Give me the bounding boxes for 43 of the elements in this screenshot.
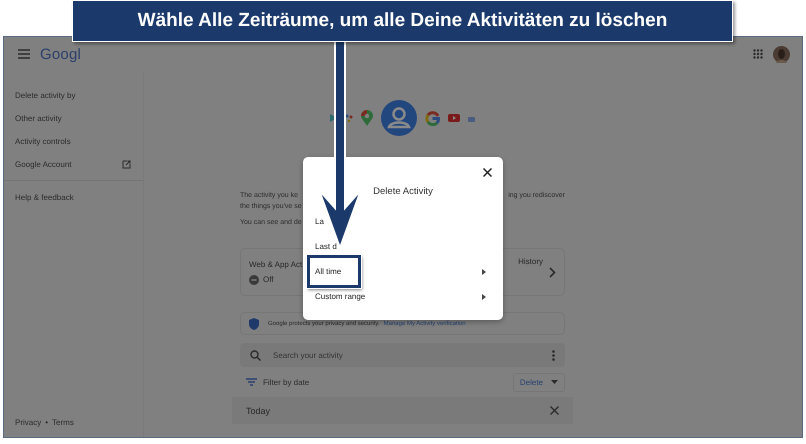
shield-icon — [249, 318, 259, 330]
submenu-arrow-icon — [482, 294, 486, 300]
dialog-title: Delete Activity — [372, 186, 434, 197]
more-options-icon[interactable] — [552, 350, 555, 360]
callout-text: Wähle Alle Zeiträume, um alle Deine Aktivitäten zu löschen — [138, 10, 668, 32]
avatar-icon[interactable] — [773, 46, 790, 62]
search-input[interactable]: Search your activity — [271, 350, 542, 360]
logo[interactable]: Googl — [40, 46, 82, 62]
separator-dot: • — [45, 418, 48, 427]
profile-icon — [381, 100, 417, 136]
menu-icon[interactable] — [18, 49, 30, 59]
video-play-icon — [448, 114, 460, 122]
sidebar-item[interactable]: Google Account — [4, 153, 143, 176]
dots-icon — [345, 114, 353, 122]
chevron-right-icon[interactable] — [549, 266, 556, 278]
status-text: Off — [263, 275, 274, 284]
ring-icon — [425, 110, 440, 126]
sidebar-item[interactable]: Other activity — [4, 107, 143, 130]
filter-button[interactable]: Filter by date — [240, 378, 316, 386]
control-title: History — [518, 257, 543, 266]
submenu-arrow-icon — [482, 268, 486, 274]
control-title: Web & App Act — [249, 260, 304, 268]
sidebar-item[interactable]: Help & feedback — [4, 186, 143, 209]
search-icon — [250, 350, 261, 360]
delete-dropdown-button[interactable]: Delete — [512, 372, 565, 392]
sidebar-item[interactable]: Delete activity by — [4, 84, 143, 107]
off-status-icon — [249, 274, 259, 284]
option-label: Custom range — [315, 292, 366, 301]
privacy-link[interactable]: Privacy — [15, 418, 42, 427]
caret-icon — [551, 380, 558, 384]
option-label: Last d — [315, 242, 337, 251]
terms-link[interactable]: Terms — [52, 418, 74, 427]
day-title: Today — [246, 406, 270, 416]
filter-icon — [246, 378, 257, 386]
search-field[interactable]: Search your activity — [240, 343, 565, 367]
menu-option[interactable]: La — [303, 209, 503, 234]
option-label: All time — [307, 255, 362, 288]
sidebar-item[interactable]: Activity controls — [4, 130, 143, 153]
map-pin-icon — [361, 110, 373, 126]
external-link-icon — [122, 160, 131, 169]
apps-grid-icon[interactable] — [753, 49, 763, 59]
close-icon[interactable] — [483, 168, 492, 177]
option-label: La — [315, 217, 324, 226]
